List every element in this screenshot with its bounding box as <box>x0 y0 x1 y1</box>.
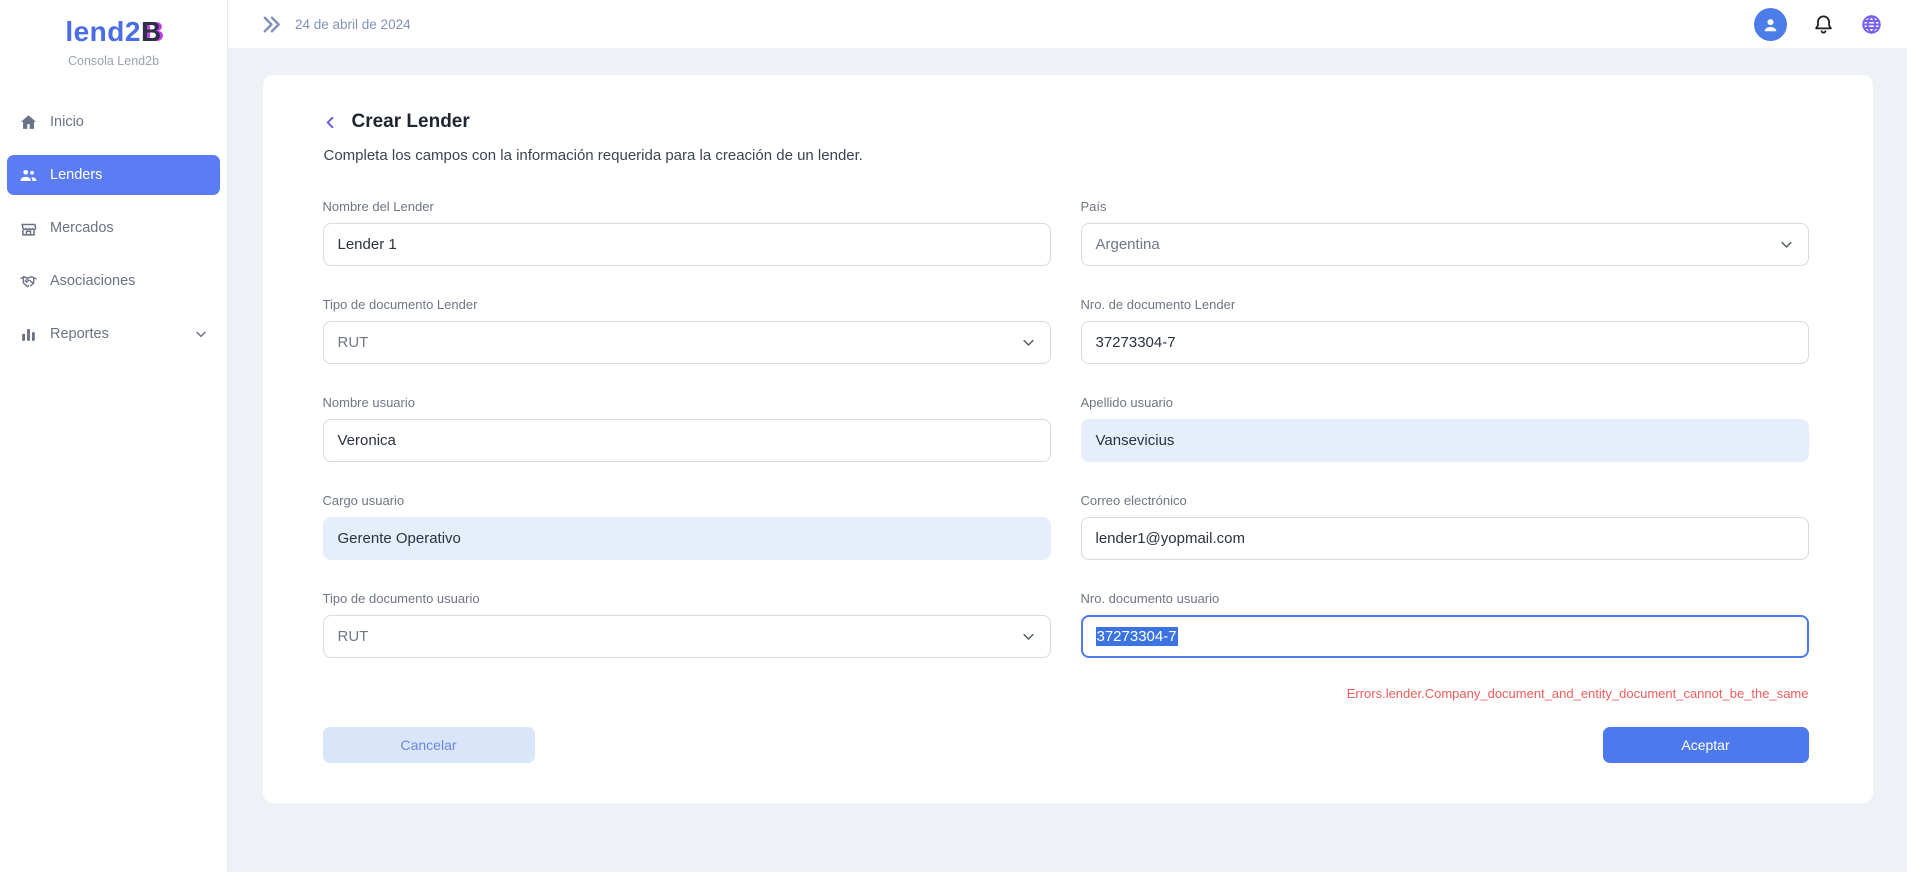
chevron-down-icon <box>1779 237 1794 252</box>
field-label: Apellido usuario <box>1081 395 1809 410</box>
sidebar-item-mercados[interactable]: Mercados <box>7 208 220 248</box>
field-pais: País Argentina <box>1081 199 1809 266</box>
field-apellido-usuario: Apellido usuario Vansevicius <box>1081 395 1809 462</box>
topbar: 24 de abril de 2024 <box>228 0 1907 48</box>
chevron-down-icon <box>1021 335 1036 350</box>
field-label: Nombre usuario <box>323 395 1051 410</box>
language-button[interactable] <box>1860 13 1883 36</box>
sidebar-item-reportes[interactable]: Reportes <box>7 314 220 354</box>
bell-icon <box>1812 13 1835 36</box>
sidebar-nav: Inicio Lenders Mercados Asociaciones Rep… <box>0 102 227 354</box>
sidebar-item-label: Asociaciones <box>50 273 135 289</box>
globe-icon <box>1860 13 1883 36</box>
sidebar-item-label: Reportes <box>50 326 109 342</box>
sidebar-item-asociaciones[interactable]: Asociaciones <box>7 261 220 301</box>
field-label: Nro. documento usuario <box>1081 591 1809 606</box>
input-value: Lender 1 <box>338 236 397 253</box>
field-tipo-documento-usuario: Tipo de documento usuario RUT <box>323 591 1051 658</box>
handshake-icon <box>19 272 38 291</box>
cancel-button[interactable]: Cancelar <box>323 727 535 763</box>
form-error-row: Errors.lender.Company_document_and_entit… <box>1081 685 1809 703</box>
double-chevron-right-icon <box>260 13 283 36</box>
field-tipo-documento-lender: Tipo de documento Lender RUT <box>323 297 1051 364</box>
select-value: RUT <box>338 628 369 645</box>
select-value: RUT <box>338 334 369 351</box>
field-label: Nombre del Lender <box>323 199 1051 214</box>
correo-electronico-input[interactable]: lender1@yopmail.com <box>1081 517 1809 560</box>
sidebar-item-lenders[interactable]: Lenders <box>7 155 220 195</box>
user-avatar[interactable] <box>1754 8 1787 41</box>
chevron-left-icon <box>323 115 338 130</box>
brand-subtitle: Consola Lend2b <box>0 54 227 68</box>
input-value: Gerente Operativo <box>338 530 461 547</box>
back-button[interactable] <box>323 115 338 130</box>
page-subtitle: Completa los campos con la información r… <box>324 147 1809 164</box>
storefront-icon <box>19 219 38 238</box>
brand-logo: lend2B Consola Lend2b <box>0 16 227 68</box>
content-area: Crear Lender Completa los campos con la … <box>228 48 1907 872</box>
error-message: Errors.lender.Company_document_and_entit… <box>1347 686 1809 701</box>
field-nombre-usuario: Nombre usuario Veronica <box>323 395 1051 462</box>
field-label: País <box>1081 199 1809 214</box>
field-nro-documento-lender: Nro. de documento Lender 37273304-7 <box>1081 297 1809 364</box>
cargo-usuario-input[interactable]: Gerente Operativo <box>323 517 1051 560</box>
users-icon <box>19 166 38 185</box>
select-value: Argentina <box>1096 236 1160 253</box>
field-nro-documento-usuario: Nro. documento usuario 37273304-7 <box>1081 591 1809 658</box>
sidebar-item-label: Lenders <box>50 167 102 183</box>
input-value-selected: 37273304-7 <box>1096 627 1178 646</box>
crear-lender-card: Crear Lender Completa los campos con la … <box>263 75 1873 803</box>
field-label: Tipo de documento usuario <box>323 591 1051 606</box>
sidebar-item-label: Mercados <box>50 220 114 236</box>
tipo-documento-lender-select[interactable]: RUT <box>323 321 1051 364</box>
pais-select[interactable]: Argentina <box>1081 223 1809 266</box>
collapse-sidebar-button[interactable] <box>260 13 283 36</box>
apellido-usuario-input[interactable]: Vansevicius <box>1081 419 1809 462</box>
tipo-documento-usuario-select[interactable]: RUT <box>323 615 1051 658</box>
input-value: 37273304-7 <box>1096 334 1176 351</box>
nro-documento-lender-input[interactable]: 37273304-7 <box>1081 321 1809 364</box>
logo-accent: B <box>141 16 162 47</box>
field-correo-electronico: Correo electrónico lender1@yopmail.com <box>1081 493 1809 560</box>
sidebar-item-inicio[interactable]: Inicio <box>7 102 220 142</box>
home-icon <box>19 113 38 132</box>
notifications-button[interactable] <box>1812 13 1835 36</box>
input-value: Veronica <box>338 432 396 449</box>
current-date: 24 de abril de 2024 <box>295 17 411 32</box>
chevron-down-icon <box>1021 629 1036 644</box>
chevron-down-icon <box>194 327 208 341</box>
page-title: Crear Lender <box>352 111 470 133</box>
input-value: lender1@yopmail.com <box>1096 530 1245 547</box>
bar-chart-icon <box>19 325 38 344</box>
field-label: Nro. de documento Lender <box>1081 297 1809 312</box>
nombre-del-lender-input[interactable]: Lender 1 <box>323 223 1051 266</box>
nombre-usuario-input[interactable]: Veronica <box>323 419 1051 462</box>
nro-documento-usuario-input[interactable]: 37273304-7 <box>1081 615 1809 658</box>
lender-form: Nombre del Lender Lender 1 País Argentin… <box>323 199 1809 721</box>
sidebar-item-label: Inicio <box>50 114 84 130</box>
person-icon <box>1761 15 1780 34</box>
field-nombre-del-lender: Nombre del Lender Lender 1 <box>323 199 1051 266</box>
sidebar: lend2B Consola Lend2b Inicio Lenders Mer… <box>0 0 228 872</box>
field-label: Correo electrónico <box>1081 493 1809 508</box>
logo-text: lend2 <box>65 16 141 47</box>
field-label: Tipo de documento Lender <box>323 297 1051 312</box>
field-label: Cargo usuario <box>323 493 1051 508</box>
accept-button[interactable]: Aceptar <box>1603 727 1809 763</box>
input-value: Vansevicius <box>1096 432 1175 449</box>
form-actions: Cancelar Aceptar <box>323 727 1809 763</box>
field-cargo-usuario: Cargo usuario Gerente Operativo <box>323 493 1051 560</box>
